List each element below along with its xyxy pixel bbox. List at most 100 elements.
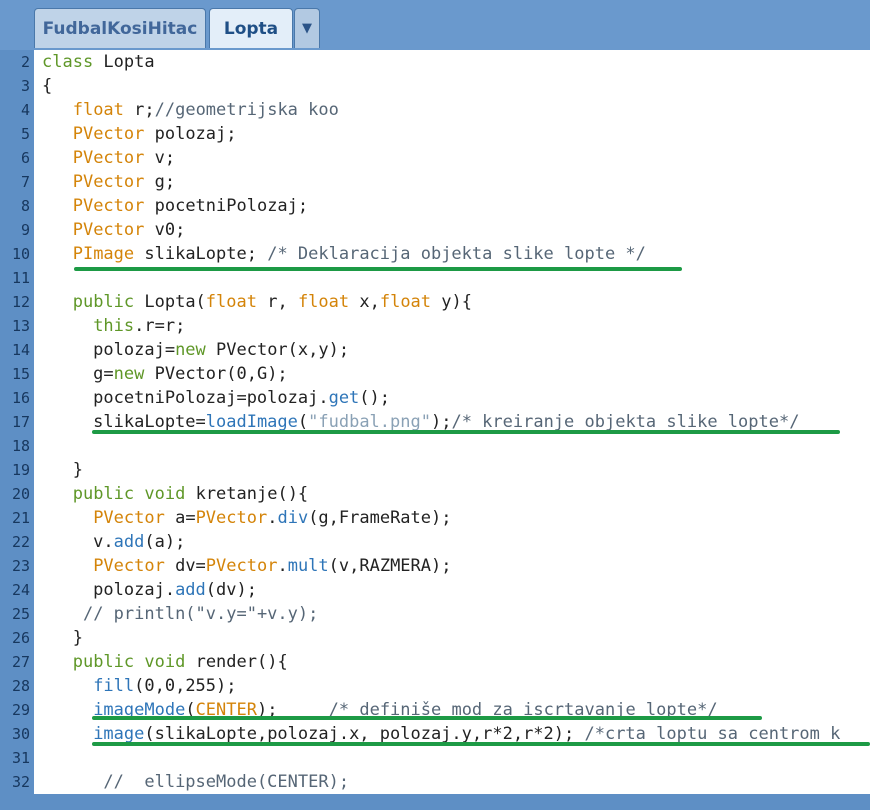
line-number: 3 [20, 77, 30, 95]
code-token: polozaj= [42, 340, 176, 360]
code-line[interactable]: 28 fill(0,0,255); [0, 674, 870, 698]
code-token: new [113, 364, 145, 384]
code-token: add [113, 532, 145, 552]
tab-menu-dropdown-icon[interactable]: ▼ [294, 8, 320, 48]
code-line[interactable]: 8 PVector pocetniPolozaj; [0, 194, 870, 218]
code-token: slikaLopte= [42, 412, 206, 432]
code-token: ); [430, 412, 452, 432]
line-number: 32 [11, 773, 30, 791]
code-line[interactable]: 7 PVector g; [0, 170, 870, 194]
code-token: (a); [144, 532, 186, 552]
code-token: new [175, 340, 206, 360]
code-line[interactable]: 12 public Lopta(float r, float x,float y… [0, 290, 870, 314]
code-token: mult [287, 556, 329, 576]
code-line[interactable]: 18 [0, 434, 870, 458]
code-token: float [72, 100, 124, 120]
line-number: 9 [20, 221, 30, 239]
code-token: float [297, 292, 350, 312]
code-token: render(){ [185, 652, 288, 672]
code-token: v. [42, 532, 114, 552]
code-token: // ellipseMode(CENTER); [103, 772, 350, 792]
code-line[interactable]: 13 this.r=r; [0, 314, 870, 338]
code-line[interactable]: 15 g=new PVector(0,G); [0, 362, 870, 386]
code-token: slikaLopte; [134, 244, 268, 264]
code-line[interactable]: 16 pocetniPolozaj=polozaj.get(); [0, 386, 870, 410]
code-line[interactable]: 32 // ellipseMode(CENTER); [0, 770, 870, 794]
code-token: r, [256, 292, 298, 312]
code-line[interactable]: 4 float r;//geometrijska koo [0, 98, 870, 122]
code-text: } [42, 458, 83, 482]
tab-lopta[interactable]: Lopta [209, 8, 293, 48]
code-token: (slikaLopte,polozaj.x, polozaj.y,r*2,r*2… [144, 724, 585, 744]
code-token: .r=r; [134, 316, 186, 336]
code-line[interactable]: 26 } [0, 626, 870, 650]
code-token: void [144, 652, 186, 672]
code-line[interactable]: 31 [0, 746, 870, 770]
code-line[interactable]: 3{ [0, 74, 870, 98]
code-token: PVector [205, 556, 278, 576]
code-line[interactable]: 2 class Lopta [0, 50, 870, 74]
code-token: //geometrijska koo [154, 100, 339, 120]
code-token: (); [359, 388, 391, 408]
code-line[interactable]: 6 PVector v; [0, 146, 870, 170]
code-text: polozaj.add(dv); [42, 578, 257, 602]
code-token: PImage [72, 244, 135, 264]
line-number: 19 [11, 461, 30, 479]
code-token: (g,FrameRate); [308, 508, 452, 528]
code-line[interactable]: 19 } [0, 458, 870, 482]
line-number: 14 [11, 341, 30, 359]
code-line[interactable]: 20 public void kretanje(){ [0, 482, 870, 506]
code-text: { [42, 74, 52, 98]
line-number: 17 [11, 413, 30, 431]
code-text: public Lopta(float r, float x,float y){ [42, 290, 472, 314]
code-token: PVector(0,G); [144, 364, 288, 384]
code-token: y){ [431, 292, 472, 312]
line-number: 20 [11, 485, 30, 503]
code-line[interactable]: 14 polozaj=new PVector(x,y); [0, 338, 870, 362]
code-line[interactable]: 21 PVector a=PVector.div(g,FrameRate); [0, 506, 870, 530]
code-token: polozaj; [144, 124, 237, 144]
line-number: 24 [11, 581, 30, 599]
code-line[interactable]: 22 v.add(a); [0, 530, 870, 554]
code-token: public [72, 652, 135, 672]
line-number: 2 [20, 53, 30, 71]
code-line[interactable]: 10 PImage slikaLopte; /* Deklaracija obj… [0, 242, 870, 266]
code-token: polozaj. [42, 580, 176, 600]
code-token: PVector [72, 172, 145, 192]
code-line[interactable]: 23 PVector dv=PVector.mult(v,RAZMERA); [0, 554, 870, 578]
code-text: float r;//geometrijska koo [42, 98, 339, 122]
code-text: v.add(a); [42, 530, 185, 554]
code-token: float [205, 292, 257, 312]
code-text: PVector v0; [42, 218, 186, 242]
code-line[interactable]: 24 polozaj.add(dv); [0, 578, 870, 602]
code-token: image [93, 724, 145, 744]
code-token: add [175, 580, 206, 600]
code-line[interactable]: 25 // println("v.y="+v.y); [0, 602, 870, 626]
code-line[interactable]: 5 PVector polozaj; [0, 122, 870, 146]
code-token: dv= [164, 556, 206, 576]
code-line[interactable]: 27 public void render(){ [0, 650, 870, 674]
line-number: 28 [11, 677, 30, 695]
tab-fudbalkosihitac[interactable]: FudbalKosiHitac [34, 8, 206, 48]
code-token: PVector(x,y); [205, 340, 350, 360]
line-number: 4 [20, 101, 30, 119]
code-token: public [72, 484, 135, 504]
code-text: public void render(){ [42, 650, 288, 674]
code-line[interactable]: 9 PVector v0; [0, 218, 870, 242]
code-token: PVector [93, 508, 165, 528]
code-token: class [42, 52, 94, 72]
line-number: 22 [11, 533, 30, 551]
code-token: } [42, 628, 83, 648]
line-number: 26 [11, 629, 30, 647]
code-token: r; [123, 100, 155, 120]
